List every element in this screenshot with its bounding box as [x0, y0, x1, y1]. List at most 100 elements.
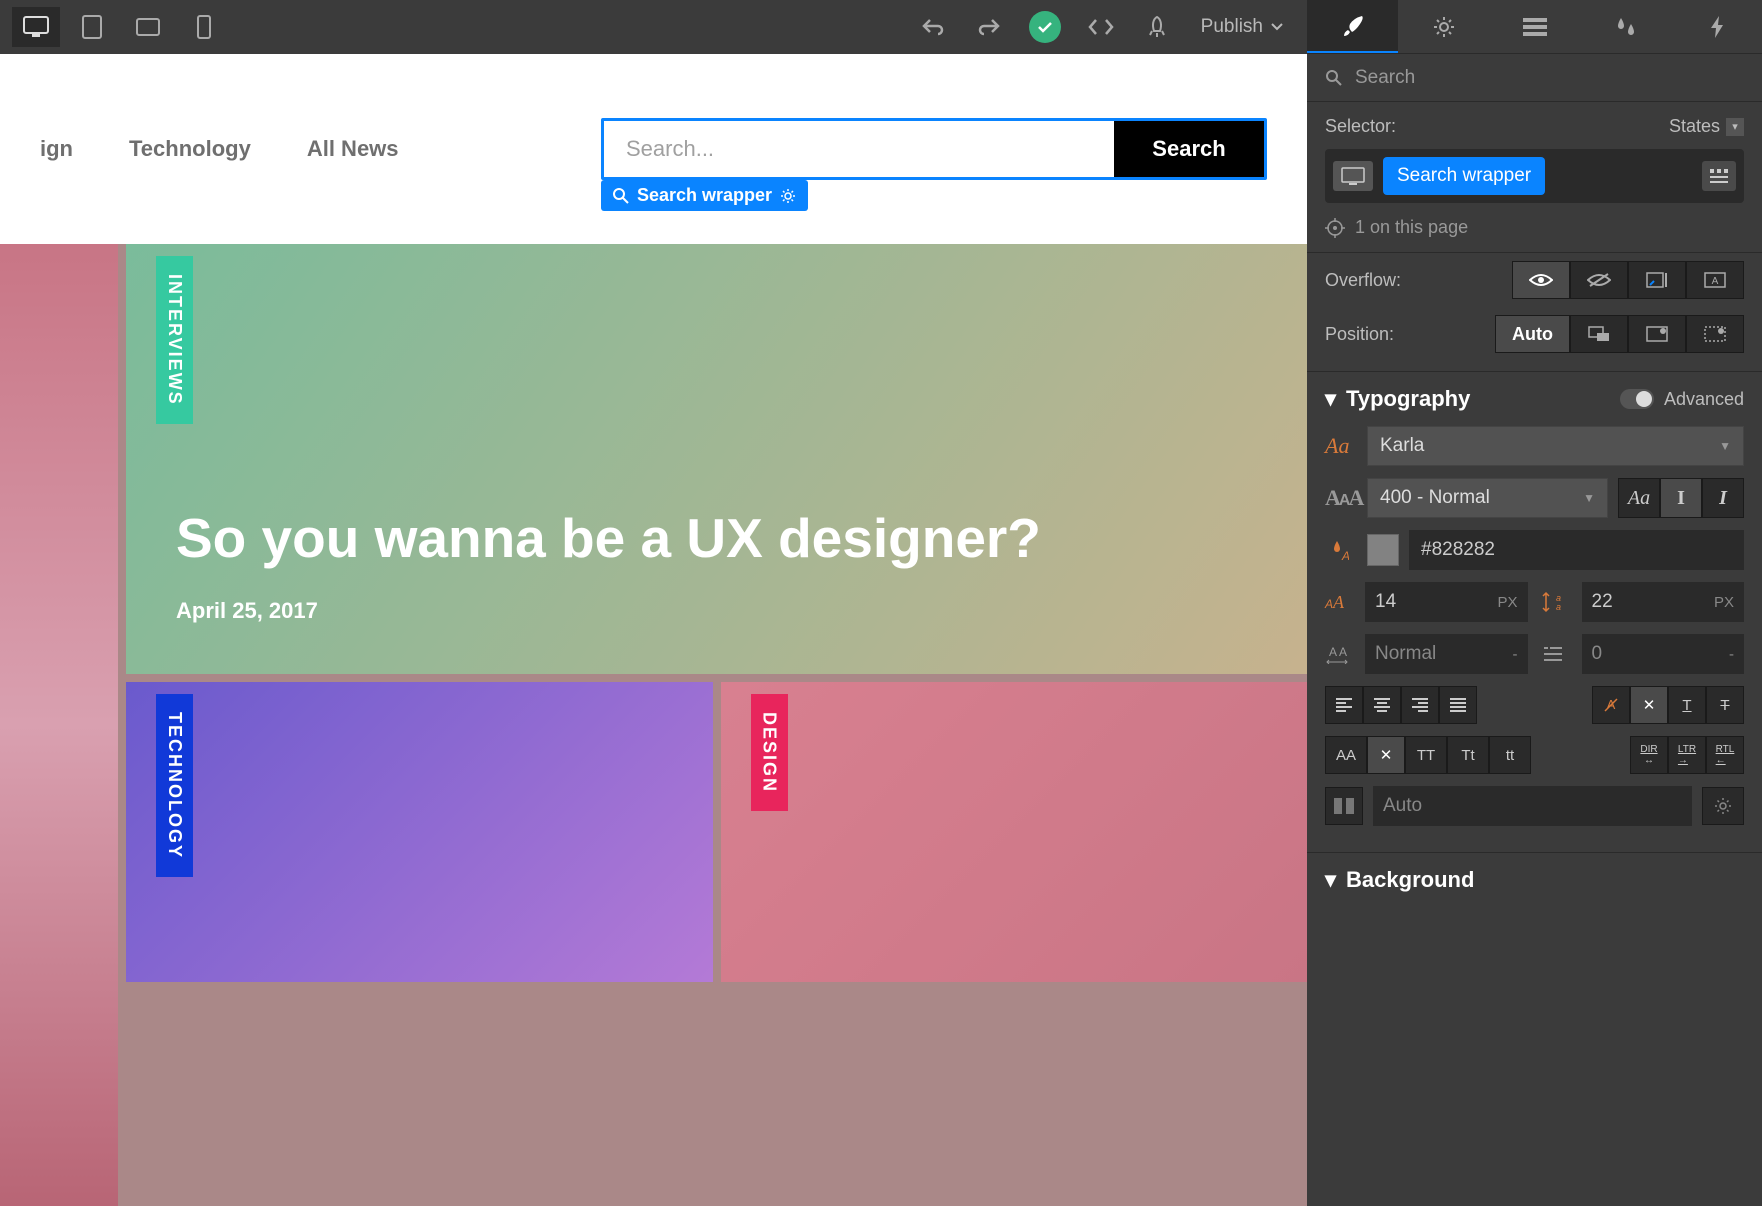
- layout-tab[interactable]: [1489, 0, 1580, 53]
- device-tablet-landscape-button[interactable]: [124, 7, 172, 47]
- chevron-down-icon: [1271, 23, 1283, 31]
- color-swatch[interactable]: [1367, 534, 1399, 566]
- advanced-toggle[interactable]: [1620, 389, 1654, 409]
- interactions-tab[interactable]: [1671, 0, 1762, 53]
- align-justify-button[interactable]: [1439, 686, 1477, 724]
- eye-slash-icon: [1587, 272, 1611, 288]
- search-button[interactable]: Search: [1114, 121, 1264, 177]
- nav-item[interactable]: Technology: [129, 136, 251, 162]
- chevron-down-icon: ▾: [1325, 386, 1336, 412]
- svg-text:A: A: [1329, 645, 1337, 659]
- columns-input[interactable]: Auto: [1373, 786, 1692, 826]
- transform-none-button[interactable]: AA: [1325, 736, 1367, 774]
- effects-tab[interactable]: [1580, 0, 1671, 53]
- color-value-input[interactable]: #828282: [1409, 530, 1744, 570]
- search-icon: [613, 188, 629, 204]
- decoration-overline-button[interactable]: T: [1706, 686, 1744, 724]
- letter-spacing-input[interactable]: Normal -: [1365, 634, 1528, 674]
- line-height-input[interactable]: 22 PX: [1582, 582, 1745, 622]
- line-height-icon: aa: [1542, 591, 1574, 613]
- nav-item[interactable]: All News: [307, 136, 399, 162]
- transform-cap-button[interactable]: Tt: [1447, 736, 1489, 774]
- hero-date: April 25, 2017: [176, 598, 1257, 624]
- svg-text:A: A: [1341, 549, 1349, 562]
- chevron-down-icon: ▾: [1325, 867, 1336, 893]
- position-auto-button[interactable]: Auto: [1495, 315, 1570, 353]
- device-mobile-button[interactable]: [180, 7, 228, 47]
- font-weight-icon: AAA: [1325, 485, 1357, 511]
- search-icon: [1325, 69, 1343, 87]
- states-dropdown[interactable]: States ▾: [1669, 116, 1744, 137]
- selector-more-button[interactable]: [1702, 161, 1736, 191]
- design-canvas[interactable]: ign Technology All News Search Search wr…: [0, 54, 1307, 1206]
- brush-icon: [1340, 14, 1366, 38]
- align-right-button[interactable]: [1401, 686, 1439, 724]
- tech-card[interactable]: TECHNOLOGY: [126, 682, 713, 982]
- search-wrapper-selected[interactable]: Search: [601, 118, 1267, 180]
- design-tag: DESIGN: [751, 694, 788, 811]
- selector-chip[interactable]: Search wrapper: [1383, 157, 1545, 195]
- chevron-down-icon: ▼: [1719, 439, 1731, 453]
- background-section-header[interactable]: ▾ Background: [1307, 852, 1762, 907]
- text-indent-input[interactable]: 0 -: [1582, 634, 1745, 674]
- search-input[interactable]: [604, 121, 1114, 177]
- bold-italic-button[interactable]: I: [1702, 478, 1744, 518]
- design-card[interactable]: DESIGN: [721, 682, 1308, 982]
- position-absolute-button[interactable]: [1628, 315, 1686, 353]
- position-relative-button[interactable]: [1570, 315, 1628, 353]
- overflow-auto-button[interactable]: A: [1686, 261, 1744, 299]
- device-indicator-icon: [1333, 161, 1373, 191]
- svg-text:A: A: [1339, 645, 1347, 659]
- direction-auto-button[interactable]: DIR↔: [1630, 736, 1668, 774]
- gear-icon[interactable]: [780, 188, 796, 204]
- transform-upper-button[interactable]: TT: [1405, 736, 1447, 774]
- font-size-input[interactable]: 14 PX: [1365, 582, 1528, 622]
- publish-button[interactable]: Publish: [1189, 16, 1295, 38]
- columns-settings-button[interactable]: [1702, 787, 1744, 825]
- overflow-visible-button[interactable]: [1512, 261, 1570, 299]
- selection-label[interactable]: Search wrapper: [601, 180, 808, 211]
- overflow-scroll-button[interactable]: [1628, 261, 1686, 299]
- droplets-icon: [1614, 15, 1638, 39]
- device-desktop-button[interactable]: [12, 7, 60, 47]
- layout-icon: [1523, 18, 1547, 36]
- status-check-button[interactable]: [1021, 7, 1069, 47]
- decoration-underline-button[interactable]: T: [1668, 686, 1706, 724]
- style-tab[interactable]: [1307, 0, 1398, 53]
- italic-button[interactable]: Aa: [1618, 478, 1660, 518]
- position-label: Position:: [1325, 324, 1411, 345]
- direction-rtl-button[interactable]: RTL←: [1706, 736, 1744, 774]
- font-family-icon: Aa: [1325, 433, 1357, 459]
- decoration-none-button[interactable]: A: [1592, 686, 1630, 724]
- font-family-select[interactable]: Karla ▼: [1367, 426, 1744, 466]
- selector-chip-row[interactable]: Search wrapper: [1325, 149, 1744, 203]
- hero-main-card[interactable]: INTERVIEWS So you wanna be a UX designer…: [126, 244, 1307, 674]
- regular-button[interactable]: I: [1660, 478, 1702, 518]
- publish-label: Publish: [1201, 16, 1263, 38]
- font-size-icon: AA: [1325, 592, 1357, 613]
- align-left-button[interactable]: [1325, 686, 1363, 724]
- decoration-strike-button[interactable]: ✕: [1630, 686, 1668, 724]
- panel-search-placeholder: Search: [1355, 67, 1415, 89]
- position-fixed-button[interactable]: [1686, 315, 1744, 353]
- align-center-button[interactable]: [1363, 686, 1401, 724]
- undo-button[interactable]: [909, 7, 957, 47]
- overflow-hidden-button[interactable]: [1570, 261, 1628, 299]
- settings-tab[interactable]: [1398, 0, 1489, 53]
- nav-item[interactable]: ign: [40, 136, 73, 162]
- panel-search[interactable]: Search: [1307, 54, 1762, 102]
- chevron-down-icon: ▼: [1583, 491, 1595, 505]
- typography-section-header[interactable]: ▾ Typography Advanced: [1307, 372, 1762, 426]
- transform-lower-button[interactable]: tt: [1489, 736, 1531, 774]
- device-tablet-button[interactable]: [68, 7, 116, 47]
- direction-ltr-button[interactable]: LTR→: [1668, 736, 1706, 774]
- code-button[interactable]: [1077, 7, 1125, 47]
- transform-x-button[interactable]: ✕: [1367, 736, 1405, 774]
- svg-text:a: a: [1556, 602, 1561, 612]
- redo-button[interactable]: [965, 7, 1013, 47]
- text-indent-icon: [1542, 645, 1574, 663]
- font-weight-select[interactable]: 400 - Normal ▼: [1367, 478, 1608, 518]
- rocket-button[interactable]: [1133, 7, 1181, 47]
- selector-label: Selector:: [1325, 116, 1396, 137]
- eye-icon: [1529, 272, 1553, 288]
